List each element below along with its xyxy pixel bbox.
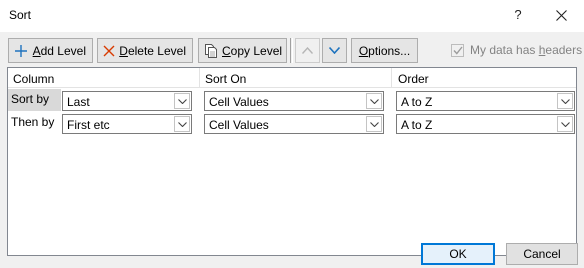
add-level-button[interactable]: Add Level bbox=[8, 38, 93, 63]
close-icon bbox=[555, 10, 567, 22]
ok-button[interactable]: OK bbox=[421, 243, 495, 265]
headers-label: My data has headers bbox=[470, 43, 583, 57]
header-divider bbox=[391, 68, 392, 88]
chevron-down-icon bbox=[369, 121, 379, 127]
chevron-down-icon bbox=[329, 47, 340, 54]
sort-by-column-select[interactable]: Last bbox=[62, 91, 192, 111]
then-by-sort-on-select[interactable]: Cell Values bbox=[204, 114, 384, 134]
title-bar: Sort ? bbox=[0, 0, 584, 32]
cancel-label: Cancel bbox=[523, 247, 561, 261]
dropdown-arrow-button[interactable] bbox=[557, 116, 573, 132]
checkmark-icon bbox=[452, 46, 463, 55]
chevron-down-icon bbox=[560, 121, 570, 127]
combo-value: Last bbox=[67, 95, 90, 109]
combo-value: A to Z bbox=[401, 95, 433, 109]
delete-x-icon bbox=[102, 42, 116, 60]
close-button[interactable] bbox=[549, 4, 573, 26]
sort-by-label: Sort by bbox=[11, 92, 50, 106]
delete-level-label: Delete Level bbox=[119, 43, 186, 58]
sort-levels-grid: Column Sort On Order Sort by Last Cell V… bbox=[7, 67, 577, 256]
chevron-up-icon bbox=[302, 47, 313, 54]
copy-icon bbox=[203, 42, 219, 60]
dropdown-arrow-button[interactable] bbox=[174, 116, 190, 132]
sort-by-sort-on-select[interactable]: Cell Values bbox=[204, 91, 384, 111]
add-level-label: Add Level bbox=[32, 43, 86, 58]
move-down-button[interactable] bbox=[322, 38, 347, 63]
copy-level-button[interactable]: Copy Level bbox=[198, 38, 287, 63]
combo-value: Cell Values bbox=[209, 95, 269, 109]
dropdown-arrow-button[interactable] bbox=[366, 93, 382, 109]
then-by-column-select[interactable]: First etc bbox=[62, 114, 192, 134]
copy-level-label: Copy Level bbox=[222, 43, 283, 58]
column-header: Column bbox=[13, 72, 55, 86]
chevron-down-icon bbox=[369, 98, 379, 104]
dialog-title: Sort bbox=[9, 8, 32, 22]
combo-value: First etc bbox=[67, 118, 110, 132]
then-by-order-select[interactable]: A to Z bbox=[396, 114, 575, 134]
sort-on-header: Sort On bbox=[205, 72, 247, 86]
grid-header-row: Column Sort On Order bbox=[8, 68, 576, 88]
help-button[interactable]: ? bbox=[508, 4, 528, 26]
combo-value: Cell Values bbox=[209, 118, 269, 132]
combo-value: A to Z bbox=[401, 118, 433, 132]
toolbar-separator-highlight bbox=[292, 38, 293, 63]
toolbar-separator bbox=[290, 38, 291, 63]
then-by-label: Then by bbox=[11, 115, 55, 129]
chevron-down-icon bbox=[560, 98, 570, 104]
dropdown-arrow-button[interactable] bbox=[366, 116, 382, 132]
ok-label: OK bbox=[449, 247, 467, 261]
checkbox-box bbox=[451, 43, 464, 57]
header-divider bbox=[199, 68, 200, 88]
dropdown-arrow-button[interactable] bbox=[174, 93, 190, 109]
options-button[interactable]: Options... bbox=[351, 38, 418, 63]
move-up-button[interactable] bbox=[295, 38, 320, 63]
order-header: Order bbox=[398, 72, 429, 86]
cancel-button[interactable]: Cancel bbox=[506, 243, 578, 265]
chevron-down-icon bbox=[177, 121, 187, 127]
sort-by-order-select[interactable]: A to Z bbox=[396, 91, 575, 111]
dropdown-arrow-button[interactable] bbox=[557, 93, 573, 109]
delete-level-button[interactable]: Delete Level bbox=[97, 38, 193, 63]
my-data-has-headers-checkbox[interactable]: My data has headers bbox=[451, 43, 582, 57]
options-label: Options... bbox=[358, 43, 411, 58]
chevron-down-icon bbox=[177, 98, 187, 104]
plus-icon bbox=[13, 42, 30, 60]
